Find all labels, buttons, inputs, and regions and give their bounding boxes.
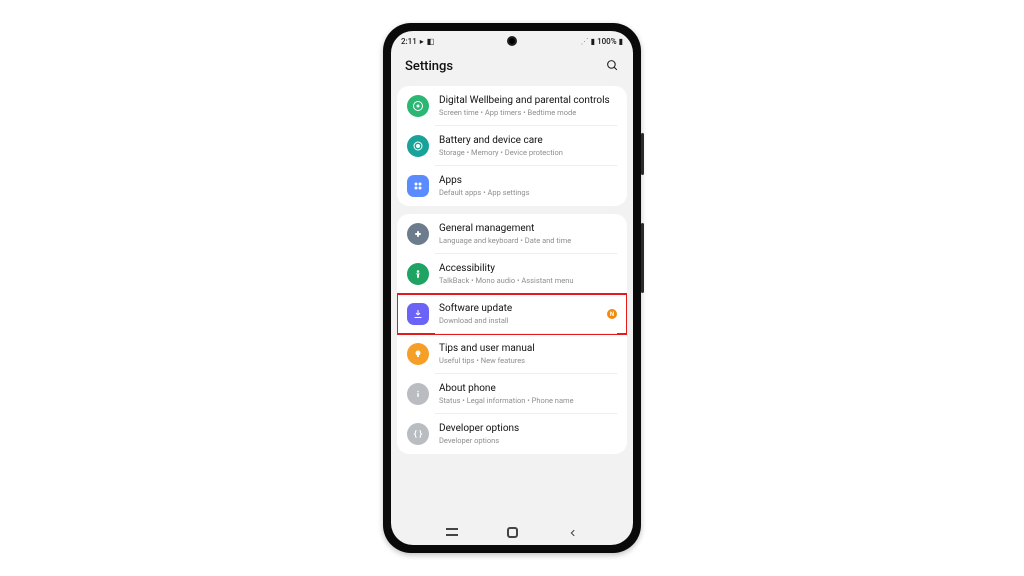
status-time: 2:11 (401, 37, 417, 46)
nav-recent-button[interactable] (446, 528, 458, 536)
item-subtitle: TalkBack • Mono audio • Assistant menu (439, 276, 617, 285)
page-title: Settings (405, 59, 453, 74)
item-subtitle: Status • Legal information • Phone name (439, 396, 617, 405)
item-title: Apps (439, 175, 617, 187)
navigation-bar (391, 519, 633, 545)
status-battery-pct: 100% (597, 37, 617, 46)
nav-back-button[interactable] (568, 523, 578, 542)
item-title: Software update (439, 303, 601, 315)
notification-badge: N (607, 309, 617, 319)
item-subtitle: Useful tips • New features (439, 356, 617, 365)
battery-icon: ▮ (619, 37, 623, 46)
volume-button (641, 133, 644, 175)
item-title: Digital Wellbeing and parental controls (439, 95, 617, 107)
gear-icon (407, 223, 429, 245)
apps-icon (407, 175, 429, 197)
item-title: About phone (439, 383, 617, 395)
care-icon (407, 135, 429, 157)
item-subtitle: Storage • Memory • Device protection (439, 148, 617, 157)
settings-item-apps[interactable]: Apps Default apps • App settings (397, 166, 627, 206)
item-title: Developer options (439, 423, 617, 435)
search-button[interactable] (606, 57, 619, 76)
person-icon (407, 263, 429, 285)
status-wifi-icon: ⋰ (581, 37, 589, 46)
item-subtitle: Download and install (439, 316, 601, 325)
settings-content[interactable]: Digital Wellbeing and parental controls … (391, 86, 633, 519)
page-header: Settings (391, 51, 633, 86)
settings-item-tips[interactable]: Tips and user manual Useful tips • New f… (397, 334, 627, 374)
status-signal-icon: ▮ (591, 37, 595, 46)
status-card-icon: ◧ (427, 37, 435, 46)
item-subtitle: Developer options (439, 436, 617, 445)
power-button (641, 223, 644, 293)
phone-frame: 2:11 ▸ ◧ ⋰ ▮ 100% ▮ Settings (383, 23, 641, 553)
item-title: Tips and user manual (439, 343, 617, 355)
braces-icon (407, 423, 429, 445)
settings-group: General management Language and keyboard… (397, 214, 627, 454)
wellbeing-icon (407, 95, 429, 117)
settings-item-accessibility[interactable]: Accessibility TalkBack • Mono audio • As… (397, 254, 627, 294)
item-subtitle: Screen time • App timers • Bedtime mode (439, 108, 617, 117)
item-title: Accessibility (439, 263, 617, 275)
settings-item-about[interactable]: About phone Status • Legal information •… (397, 374, 627, 414)
settings-item-battery[interactable]: Battery and device care Storage • Memory… (397, 126, 627, 166)
settings-item-wellbeing[interactable]: Digital Wellbeing and parental controls … (397, 86, 627, 126)
settings-item-software-update[interactable]: Software update Download and install N (397, 294, 627, 334)
info-icon (407, 383, 429, 405)
download-icon (407, 303, 429, 325)
settings-item-developer[interactable]: Developer options Developer options (397, 414, 627, 454)
screen: 2:11 ▸ ◧ ⋰ ▮ 100% ▮ Settings (391, 31, 633, 545)
settings-item-general[interactable]: General management Language and keyboard… (397, 214, 627, 254)
nav-home-button[interactable] (507, 527, 518, 538)
bulb-icon (407, 343, 429, 365)
front-camera (507, 36, 517, 46)
item-title: General management (439, 223, 617, 235)
item-title: Battery and device care (439, 135, 617, 147)
settings-group: Digital Wellbeing and parental controls … (397, 86, 627, 206)
item-subtitle: Default apps • App settings (439, 188, 617, 197)
status-video-icon: ▸ (420, 37, 424, 46)
item-subtitle: Language and keyboard • Date and time (439, 236, 617, 245)
